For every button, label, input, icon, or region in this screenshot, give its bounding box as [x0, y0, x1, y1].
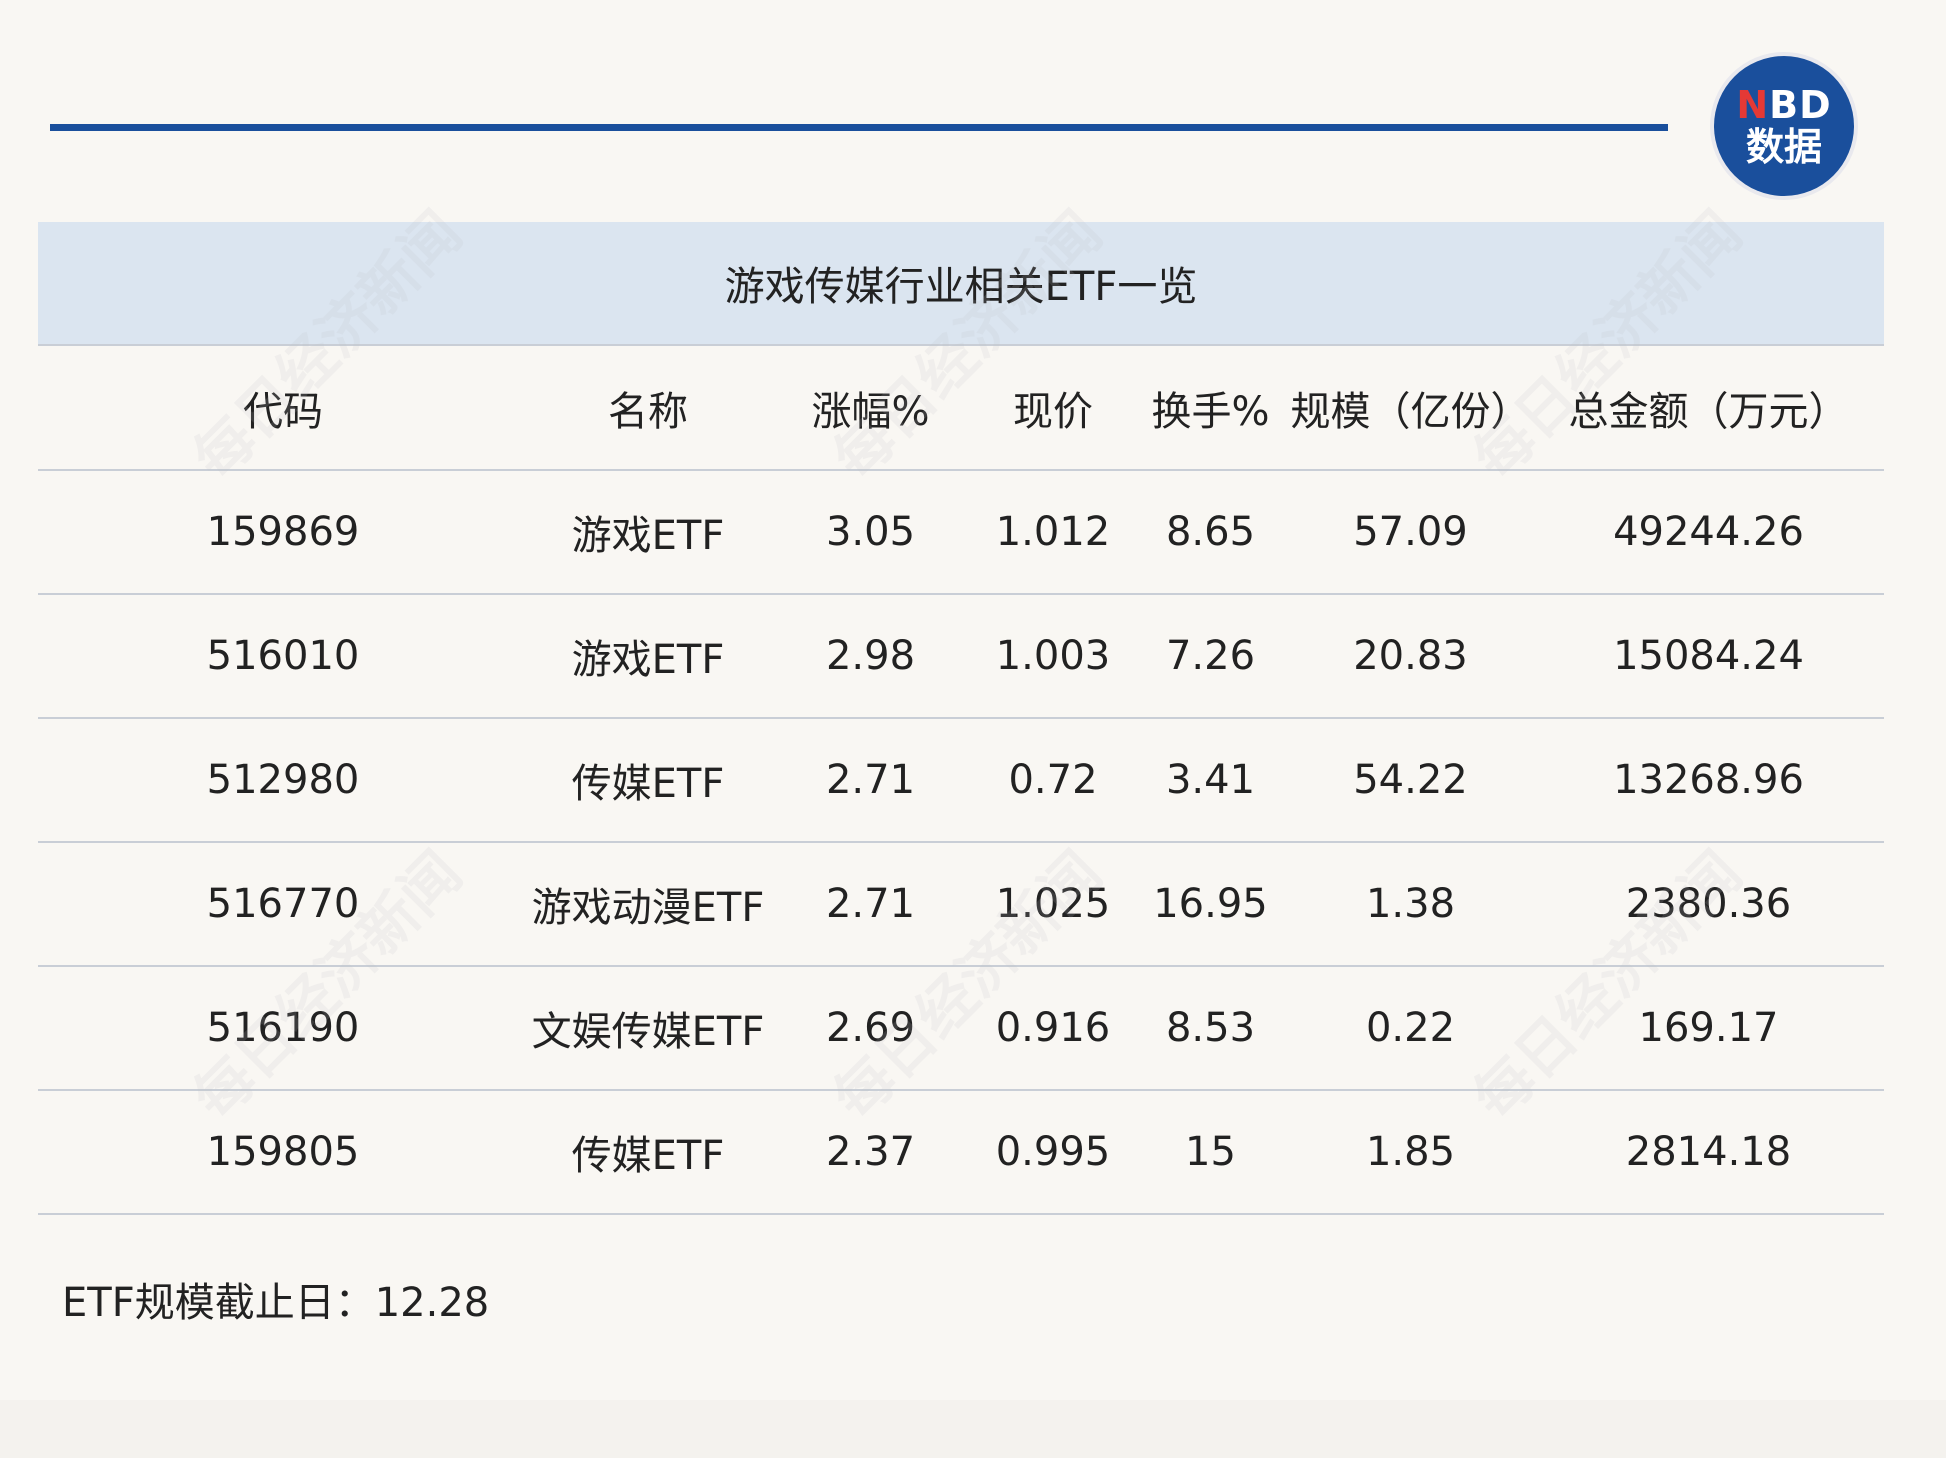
column-header: 涨幅%: [768, 346, 973, 471]
cell-total-amount: 15084.24: [1533, 594, 1884, 719]
cell-name: 传媒ETF: [528, 718, 768, 843]
logo-latin: NBD: [1736, 86, 1831, 124]
cell-code: 512980: [38, 718, 528, 843]
column-header: 代码: [38, 346, 528, 471]
cell-total-amount: 169.17: [1533, 966, 1884, 1091]
table-row: 516190 文娱传媒ETF 2.69 0.916 8.53 0.22 169.…: [38, 966, 1884, 1091]
column-header: 换手%: [1133, 346, 1288, 471]
column-header: 总金额（万元）: [1533, 346, 1884, 471]
cell-turnover-pct: 3.41: [1133, 718, 1288, 843]
cell-code: 516770: [38, 842, 528, 967]
cell-price: 1.012: [973, 470, 1133, 595]
cell-name: 游戏ETF: [528, 470, 768, 595]
cell-change-pct: 2.71: [768, 842, 973, 967]
cell-scale: 57.09: [1288, 470, 1533, 595]
cell-change-pct: 3.05: [768, 470, 973, 595]
cell-code: 159805: [38, 1090, 528, 1215]
cell-total-amount: 49244.26: [1533, 470, 1884, 595]
cell-name: 传媒ETF: [528, 1090, 768, 1215]
cell-name: 文娱传媒ETF: [528, 966, 768, 1091]
cell-price: 1.025: [973, 842, 1133, 967]
cell-change-pct: 2.69: [768, 966, 973, 1091]
cell-change-pct: 2.71: [768, 718, 973, 843]
table-row: 516770 游戏动漫ETF 2.71 1.025 16.95 1.38 238…: [38, 842, 1884, 967]
cell-name: 游戏动漫ETF: [528, 842, 768, 967]
cell-code: 159869: [38, 470, 528, 595]
logo-letter-n: N: [1736, 83, 1770, 127]
etf-table: 代码 名称 涨幅% 现价 换手% 规模（亿份） 总金额（万元） 159869 游…: [38, 346, 1884, 1215]
cell-scale: 20.83: [1288, 594, 1533, 719]
cell-total-amount: 13268.96: [1533, 718, 1884, 843]
logo-letters-bd: BD: [1769, 83, 1832, 127]
cell-total-amount: 2814.18: [1533, 1090, 1884, 1215]
cell-total-amount: 2380.36: [1533, 842, 1884, 967]
table-row: 512980 传媒ETF 2.71 0.72 3.41 54.22 13268.…: [38, 718, 1884, 843]
cell-turnover-pct: 7.26: [1133, 594, 1288, 719]
cell-turnover-pct: 16.95: [1133, 842, 1288, 967]
table-row: 159805 传媒ETF 2.37 0.995 15 1.85 2814.18: [38, 1090, 1884, 1215]
cell-change-pct: 2.98: [768, 594, 973, 719]
bottom-strip: [0, 1400, 1946, 1458]
cell-turnover-pct: 8.65: [1133, 470, 1288, 595]
table-header-row: 代码 名称 涨幅% 现价 换手% 规模（亿份） 总金额（万元）: [38, 346, 1884, 471]
cell-price: 1.003: [973, 594, 1133, 719]
cell-change-pct: 2.37: [768, 1090, 973, 1215]
column-header: 规模（亿份）: [1288, 346, 1533, 471]
table-title: 游戏传媒行业相关ETF一览: [38, 222, 1884, 346]
cell-code: 516010: [38, 594, 528, 719]
cell-scale: 0.22: [1288, 966, 1533, 1091]
cell-turnover-pct: 15: [1133, 1090, 1288, 1215]
cell-price: 0.72: [973, 718, 1133, 843]
header-rule: [50, 124, 1668, 131]
cell-price: 0.995: [973, 1090, 1133, 1215]
cell-scale: 54.22: [1288, 718, 1533, 843]
cell-name: 游戏ETF: [528, 594, 768, 719]
footnote-cutoff-date: ETF规模截止日：12.28: [62, 1280, 490, 1326]
cell-code: 516190: [38, 966, 528, 1091]
table-row: 159869 游戏ETF 3.05 1.012 8.65 57.09 49244…: [38, 470, 1884, 595]
cell-price: 0.916: [973, 966, 1133, 1091]
column-header: 现价: [973, 346, 1133, 471]
nbd-data-logo: NBD 数据: [1714, 56, 1854, 196]
cell-turnover-pct: 8.53: [1133, 966, 1288, 1091]
column-header: 名称: [528, 346, 768, 471]
logo-cn: 数据: [1745, 125, 1822, 169]
table-row: 516010 游戏ETF 2.98 1.003 7.26 20.83 15084…: [38, 594, 1884, 719]
cell-scale: 1.85: [1288, 1090, 1533, 1215]
cell-scale: 1.38: [1288, 842, 1533, 967]
